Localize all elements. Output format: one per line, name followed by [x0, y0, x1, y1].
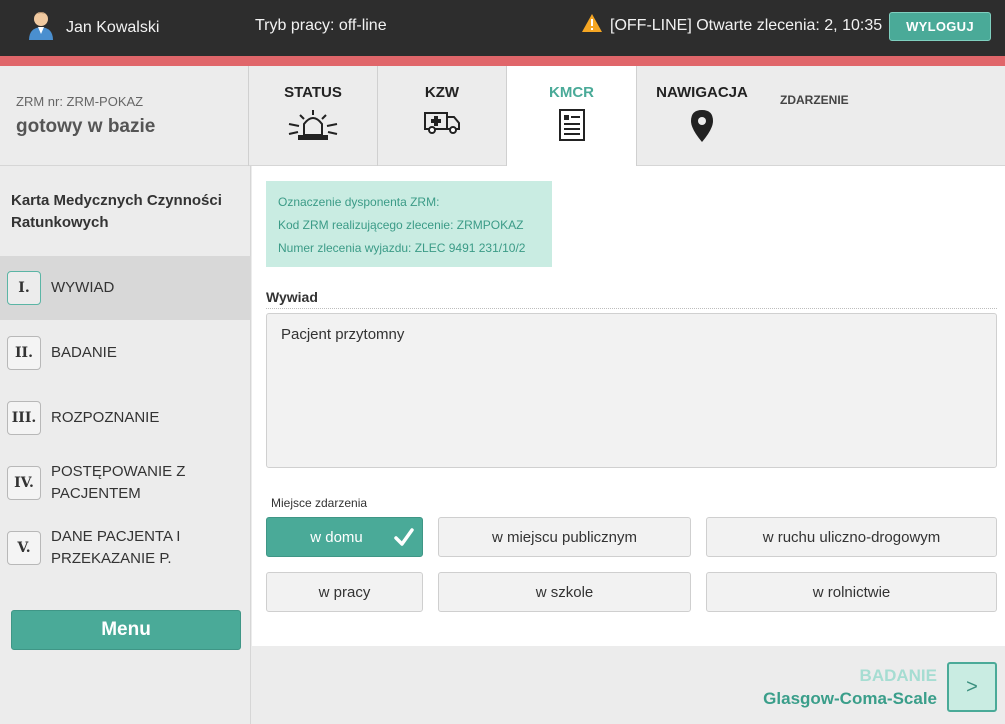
sidebar-item-label: ROZPOZNANIE [51, 409, 160, 426]
sidebar-item-dane-pacjenta[interactable]: V. DANE PACJENTA I PRZEKAZANIE P. [0, 516, 251, 580]
tab-zdarzenie[interactable]: ZDARZENIE [780, 93, 849, 107]
place-option-traffic[interactable]: w ruchu uliczno-drogowym [706, 517, 997, 557]
document-icon [507, 109, 636, 146]
work-mode-label: Tryb pracy: off-line [255, 17, 387, 34]
sidebar-item-number: I. [7, 271, 41, 305]
logout-button[interactable]: WYLOGUJ [889, 12, 991, 41]
top-bar: Jan Kowalski Tryb pracy: off-line [OFF-L… [0, 0, 1005, 56]
sidebar-title: Karta Medycznych Czynności Ratunkowych [11, 192, 222, 231]
order-info-box: Oznaczenie dysponenta ZRM: Kod ZRM reali… [266, 181, 552, 267]
header: ZRM nr: ZRM-POKAZ gotowy w bazie STATUS … [0, 66, 1005, 167]
bottom-nav: BADANIE Glasgow-Coma-Scale > [252, 646, 1005, 724]
place-label: Miejsce zdarzenia [271, 496, 368, 510]
wywiad-title: Wywiad [266, 289, 318, 305]
tab-nawigacja-label: NAWIGACJA [656, 84, 748, 101]
sidebar-item-label: POSTĘPOWANIE Z PACJENTEM [51, 463, 186, 502]
sidebar-item-number: II. [7, 336, 41, 370]
sidebar-item-number: V. [7, 531, 41, 565]
next-section-category: BADANIE [859, 666, 937, 685]
next-button[interactable]: > [947, 662, 997, 712]
tab-status-label: STATUS [284, 84, 342, 101]
tab-kzw-label: KZW [424, 84, 460, 101]
sidebar-item-label: WYWIAD [51, 279, 115, 296]
user-info: Jan Kowalski [28, 10, 159, 45]
tab-kzw[interactable]: KZW [377, 66, 506, 166]
connection-status: [OFF-LINE] Otwarte zlecenia: 2, 10:35 [582, 14, 882, 37]
menu-button[interactable]: Menu [11, 610, 241, 650]
sidebar-item-number: III. [7, 401, 41, 435]
sidebar-item-rozpoznanie[interactable]: III. ROZPOZNANIE [0, 386, 251, 450]
main-content: Oznaczenie dysponenta ZRM: Kod ZRM reali… [252, 166, 1005, 646]
wywiad-textarea[interactable]: Pacjent przytomny [266, 313, 997, 468]
offline-indicator-line [0, 56, 1005, 66]
sidebar-item-badanie[interactable]: II. BADANIE [0, 321, 251, 385]
place-option-work[interactable]: w pracy [266, 572, 423, 612]
user-name: Jan Kowalski [66, 18, 160, 36]
user-avatar-icon [28, 10, 54, 45]
ambulance-icon [378, 109, 506, 140]
divider [266, 308, 997, 309]
check-icon [394, 527, 414, 551]
zrm-code: Kod ZRM realizującego zlecenie: ZRMPOKAZ [278, 218, 524, 232]
sidebar-item-wywiad[interactable]: I. WYWIAD [0, 256, 251, 320]
place-option-school[interactable]: w szkole [438, 572, 691, 612]
tab-kmcr[interactable]: KMCR [506, 66, 637, 167]
status-text: [OFF-LINE] Otwarte zlecenia: 2, 10:35 [610, 16, 883, 34]
dispatcher-label: Oznaczenie dysponenta ZRM: [278, 195, 440, 209]
sidebar-item-number: IV. [7, 466, 41, 500]
tab-nawigacja[interactable]: NAWIGACJA [637, 66, 767, 166]
place-option-agriculture[interactable]: w rolnictwie [706, 572, 997, 612]
sidebar: Karta Medycznych Czynności Ratunkowych I… [0, 166, 251, 724]
order-number: Numer zlecenia wyjazdu: ZLEC 9491 231/10… [278, 241, 526, 255]
sidebar-item-label: BADANIE [51, 344, 117, 361]
warning-icon [582, 14, 602, 37]
sidebar-item-postepowanie[interactable]: IV. POSTĘPOWANIE Z PACJENTEM [0, 451, 251, 515]
tab-status[interactable]: STATUS [248, 66, 377, 166]
option-label: w domu [310, 528, 363, 546]
tab-kmcr-label: KMCR [549, 84, 594, 101]
siren-icon [249, 109, 377, 148]
sidebar-item-label: DANE PACJENTA I PRZEKAZANIE P. [51, 528, 181, 567]
zrm-number: ZRM nr: ZRM-POKAZ [16, 94, 144, 109]
next-section-name[interactable]: Glasgow-Coma-Scale [763, 689, 937, 709]
zrm-state: gotowy w bazie [16, 116, 156, 137]
place-option-public[interactable]: w miejscu publicznym [438, 517, 691, 557]
zrm-info: ZRM nr: ZRM-POKAZ gotowy w bazie [0, 66, 248, 166]
location-pin-icon [637, 109, 767, 148]
place-option-home[interactable]: w domu [266, 517, 423, 557]
